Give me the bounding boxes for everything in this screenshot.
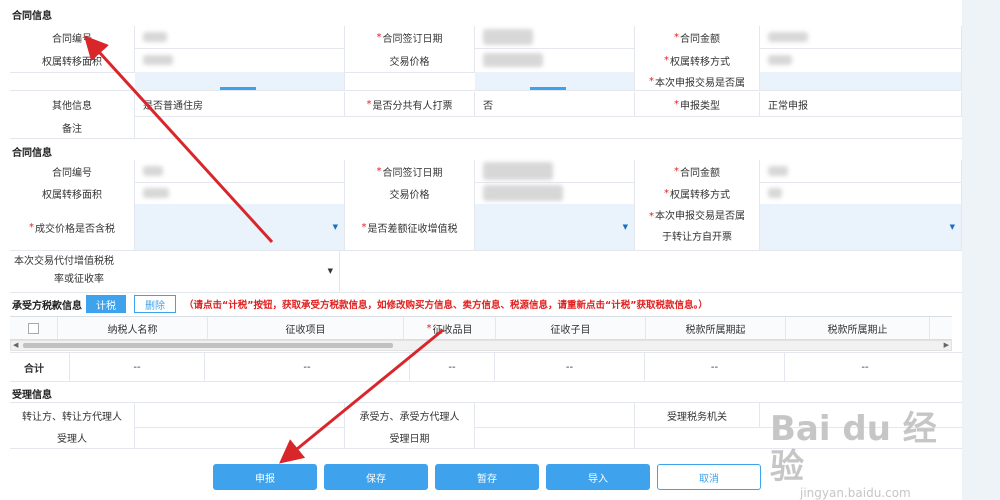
- annotation-arrows: [83, 35, 444, 464]
- tax-declaration-form: 合同信息 合同编号 * 合同签订日期 * 合同金额 权属转移面积 交易价格 * 权属转…: [0, 0, 1000, 500]
- arrow-to-contract-no: [83, 35, 274, 244]
- arrow-to-submit-button: [279, 328, 444, 464]
